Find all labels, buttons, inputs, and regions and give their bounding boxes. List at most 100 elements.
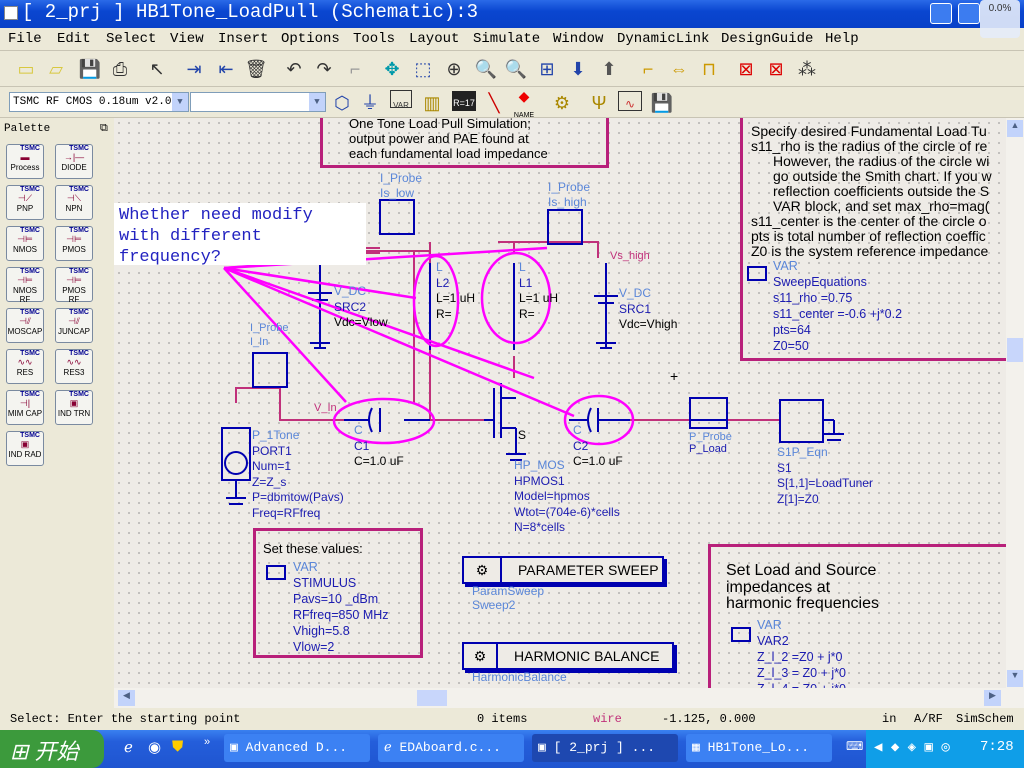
label: N=8*cells bbox=[514, 520, 566, 534]
mirror-icon[interactable]: ⇤ bbox=[214, 57, 238, 81]
ground-icon[interactable]: ⏚ bbox=[358, 91, 382, 115]
port-icon[interactable]: ⊓ bbox=[697, 57, 721, 81]
name-icon[interactable]: ◆ NAME bbox=[512, 88, 536, 119]
schematic-canvas[interactable]: One Tone Load Pull Simulation; output po… bbox=[114, 118, 1006, 688]
text-line: Z_l_4 = Z0 + j*0 bbox=[757, 681, 846, 688]
palette-item-moscap[interactable]: TSMC ⊣⫽ MOSCAP bbox=[6, 308, 44, 343]
menu-view[interactable]: View bbox=[170, 31, 204, 47]
menu-designguide[interactable]: DesignGuide bbox=[721, 31, 813, 47]
parameter-sweep-block[interactable]: ⚙ PARAMETER SWEEP bbox=[462, 556, 664, 584]
zoom-in-icon[interactable]: ⊕ bbox=[442, 57, 466, 81]
rotate-icon[interactable]: ⇥ bbox=[182, 57, 206, 81]
item-label: MOSCAP bbox=[7, 327, 43, 336]
select-pointer-icon[interactable]: ↖ bbox=[145, 57, 169, 81]
zoom-out-2-icon[interactable]: 🔍 bbox=[504, 57, 528, 81]
shield-app-icon[interactable]: ⛊ bbox=[172, 738, 183, 755]
harmonic-balance-block[interactable]: ⚙ HARMONIC BALANCE bbox=[462, 642, 674, 670]
data-display-icon[interactable]: ∿ bbox=[618, 91, 642, 111]
maximize-button[interactable] bbox=[958, 3, 980, 24]
palette-item-mim-cap[interactable]: TSMC ⊣| MIM CAP bbox=[6, 390, 44, 425]
brand-label: TSMC bbox=[69, 145, 89, 152]
vertical-scrollbar[interactable]: ▲ ▼ bbox=[1006, 118, 1024, 688]
tray-icons[interactable]: ◀ ◆ ◈ ▣ ◎ bbox=[874, 740, 950, 756]
palette-item-pnp[interactable]: TSMC ⊣⟋ PNP bbox=[6, 185, 44, 220]
component-icon[interactable]: ⇔ bbox=[667, 57, 691, 81]
deactivate-icon[interactable]: ⊠ bbox=[734, 57, 758, 81]
palette-item-nmos[interactable]: TSMC ⊣⊨ NMOS bbox=[6, 226, 44, 261]
library-icon[interactable]: ▥ bbox=[420, 91, 444, 115]
save-icon[interactable]: 💾 bbox=[78, 57, 102, 81]
redo-icon[interactable]: ↷ bbox=[312, 57, 336, 81]
menu-file[interactable]: File bbox=[8, 31, 42, 47]
palette-item-ind-rad[interactable]: TSMC ▣ IND RAD bbox=[6, 431, 44, 466]
horizontal-scrollbar[interactable]: ◀ ▶ bbox=[114, 688, 1024, 708]
scroll-left-button[interactable]: ◀ bbox=[118, 690, 135, 706]
undo-icon[interactable]: ↶ bbox=[282, 57, 306, 81]
pop-out-icon[interactable]: ⬆ bbox=[597, 57, 621, 81]
component-select[interactable]: ▼ bbox=[190, 92, 326, 112]
more-icon[interactable]: » bbox=[204, 736, 210, 748]
menu-edit[interactable]: Edit bbox=[57, 31, 91, 47]
chevron-down-icon[interactable]: ▼ bbox=[172, 93, 188, 111]
task-schematic[interactable]: ▣ [ 2_prj ] ... bbox=[532, 734, 678, 762]
menu-help[interactable]: Help bbox=[825, 31, 859, 47]
task-advanced-design[interactable]: ▣ Advanced D... bbox=[224, 734, 370, 762]
palette-item-ind-trn[interactable]: TSMC ▣ IND TRN bbox=[55, 390, 93, 425]
palette-item-diode[interactable]: TSMC →|— DIODE bbox=[55, 144, 93, 179]
vertical-scroll-thumb[interactable] bbox=[1007, 338, 1023, 362]
zoom-in-2-icon[interactable]: 🔍 bbox=[474, 57, 498, 81]
short-icon[interactable]: ⊠ bbox=[764, 57, 788, 81]
palette-item-pmos-rf[interactable]: TSMC ⊣⊨ PMOS RF bbox=[55, 267, 93, 304]
keyboard-icon[interactable]: ⌨ bbox=[846, 739, 863, 753]
chevron-down-icon[interactable]: ▼ bbox=[309, 93, 325, 111]
scroll-up-button[interactable]: ▲ bbox=[1007, 120, 1023, 137]
delete-icon[interactable]: 🗑 bbox=[244, 57, 268, 81]
wire-icon[interactable]: ⌐ bbox=[636, 57, 660, 81]
menu-simulate[interactable]: Simulate bbox=[473, 31, 540, 47]
simulate-gear-icon[interactable]: ⚙ bbox=[550, 91, 574, 115]
horizontal-scroll-thumb[interactable] bbox=[417, 690, 447, 706]
reroute-icon[interactable]: ⌐ bbox=[343, 57, 367, 81]
src1-labels: V_DC SRC1 Vdc=Vhigh bbox=[619, 286, 677, 333]
move-icon[interactable]: ✥ bbox=[380, 57, 404, 81]
zoom-fit-icon[interactable]: ⊞ bbox=[535, 57, 559, 81]
port-symbol-icon[interactable]: ⬡ bbox=[330, 91, 354, 115]
task-hb1tone[interactable]: ▦ HB1Tone_Lo... bbox=[686, 734, 832, 762]
palette-item-res3[interactable]: TSMC ∿∿ RES3 bbox=[55, 349, 93, 384]
task-edaboard[interactable]: ℯ EDAboard.c... bbox=[378, 734, 524, 762]
menu-options[interactable]: Options bbox=[281, 31, 340, 47]
browser-icon[interactable]: ◉ bbox=[148, 738, 161, 756]
menu-select[interactable]: Select bbox=[106, 31, 156, 47]
scroll-down-button[interactable]: ▼ bbox=[1007, 670, 1023, 687]
menu-dynamiclink[interactable]: DynamicLink bbox=[617, 31, 709, 47]
menu-insert[interactable]: Insert bbox=[218, 31, 268, 47]
palette-item-process[interactable]: TSMC ▬ Process bbox=[6, 144, 44, 179]
start-button[interactable]: ⊞ 开始 bbox=[0, 730, 104, 768]
brand-label: TSMC bbox=[20, 186, 40, 193]
menu-layout[interactable]: Layout bbox=[409, 31, 459, 47]
menu-tools[interactable]: Tools bbox=[353, 31, 395, 47]
zoom-area-icon[interactable]: ⬚ bbox=[411, 57, 435, 81]
ie-icon[interactable]: ℯ bbox=[124, 738, 133, 756]
equation-icon[interactable]: R=17 bbox=[452, 91, 476, 111]
magic-wand-icon[interactable]: ⁂ bbox=[795, 57, 819, 81]
var-icon[interactable]: VAR bbox=[390, 90, 412, 110]
minimize-button[interactable] bbox=[930, 3, 952, 24]
palette-item-juncap[interactable]: TSMC ⊣⫽ JUNCAP bbox=[55, 308, 93, 343]
palette-item-pmos[interactable]: TSMC ⊣⊨ PMOS bbox=[55, 226, 93, 261]
item-label: MIM CAP bbox=[7, 409, 43, 418]
palette-item-nmos-rf[interactable]: TSMC ⊣⊨ NMOS RF bbox=[6, 267, 44, 304]
library-select[interactable]: TSMC RF CMOS 0.18um v2.0 ▼ bbox=[9, 92, 189, 112]
push-into-icon[interactable]: ⬇ bbox=[566, 57, 590, 81]
save-data-icon[interactable]: 💾 bbox=[650, 91, 674, 115]
tuning-fork-icon[interactable]: Ψ bbox=[587, 91, 611, 115]
new-folder-icon[interactable]: ▭ bbox=[14, 57, 38, 81]
scroll-right-button[interactable]: ▶ bbox=[984, 690, 1001, 706]
draw-line-icon[interactable]: ╲ bbox=[482, 91, 506, 115]
palette-item-res[interactable]: TSMC ∿∿ RES bbox=[6, 349, 44, 384]
palette-item-npn[interactable]: TSMC ⊣⟍ NPN bbox=[55, 185, 93, 220]
menu-window[interactable]: Window bbox=[553, 31, 603, 47]
restore-icon[interactable]: ⧉ bbox=[100, 122, 108, 135]
open-folder-icon[interactable]: ▱ bbox=[44, 57, 68, 81]
print-icon[interactable]: ⎙ bbox=[108, 57, 132, 81]
